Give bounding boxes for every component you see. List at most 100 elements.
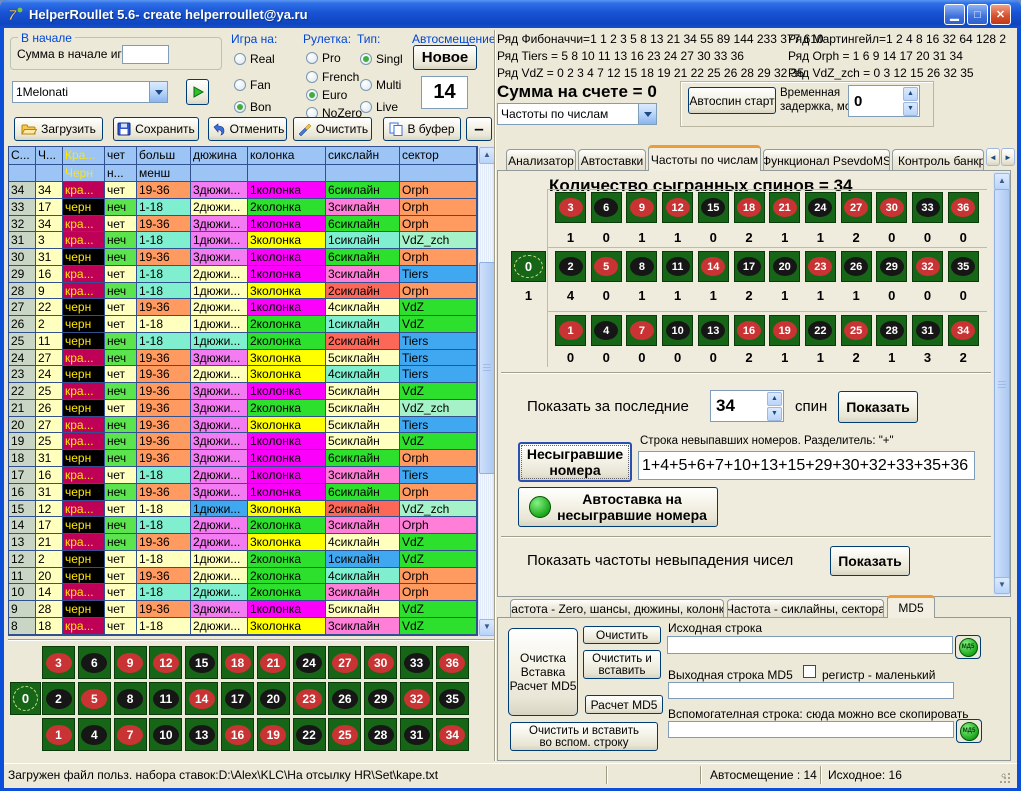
collapse-button[interactable]: – xyxy=(466,117,492,141)
board-cell-14[interactable]: 14 xyxy=(185,682,218,715)
board-cell-30[interactable]: 30 xyxy=(364,646,397,679)
col-header[interactable]: сектор xyxy=(400,147,477,165)
radio-french[interactable] xyxy=(306,71,318,83)
board-cell-33[interactable]: 33 xyxy=(400,646,433,679)
to-buffer-button[interactable]: В буфер xyxy=(383,117,461,141)
board-cell-6[interactable]: 6 xyxy=(591,192,622,223)
board-cell-8[interactable]: 8 xyxy=(626,251,657,282)
radio-multi[interactable] xyxy=(360,79,372,91)
board-cell-1[interactable]: 1 xyxy=(42,718,75,751)
tab-freq-zero[interactable]: Частота - Zero, шансы, дюжины, колонки xyxy=(510,599,724,618)
board-cell-36[interactable]: 36 xyxy=(948,192,979,223)
board-cell-4[interactable]: 4 xyxy=(78,718,111,751)
md5-source-input[interactable] xyxy=(667,636,953,654)
board-cell-10[interactable]: 10 xyxy=(662,315,693,346)
board-cell-12[interactable]: 12 xyxy=(662,192,693,223)
board-cell-25[interactable]: 25 xyxy=(841,315,872,346)
board-cell-0[interactable]: 0 xyxy=(10,682,41,715)
board-cell-7[interactable]: 7 xyxy=(626,315,657,346)
board-cell-13[interactable]: 13 xyxy=(185,718,218,751)
new-button[interactable]: Новое xyxy=(413,45,477,70)
board-cell-15[interactable]: 15 xyxy=(698,192,729,223)
radio-singl[interactable] xyxy=(360,53,372,65)
col-header[interactable]: чет xyxy=(105,147,137,165)
scroll-down-icon[interactable]: ▼ xyxy=(479,619,495,636)
board-cell-16[interactable]: 16 xyxy=(734,315,765,346)
board-cell-28[interactable]: 28 xyxy=(364,718,397,751)
board-cell-7[interactable]: 7 xyxy=(114,718,147,751)
md5-run-button[interactable]: МД5 xyxy=(955,635,981,659)
board-cell-9[interactable]: 9 xyxy=(114,646,147,679)
board-cell-31[interactable]: 31 xyxy=(400,718,433,751)
board-cell-6[interactable]: 6 xyxy=(78,646,111,679)
resize-grip[interactable] xyxy=(1000,772,1012,784)
board-cell-12[interactable]: 12 xyxy=(149,646,182,679)
minimize-button[interactable]: ▁ xyxy=(944,4,965,25)
md5-clear-insert-button[interactable]: Очистить и вставить xyxy=(583,650,661,679)
col-header[interactable] xyxy=(36,165,63,182)
col-header[interactable] xyxy=(400,165,477,182)
col-header[interactable]: Кра... xyxy=(63,147,105,165)
board-cell-9[interactable]: 9 xyxy=(626,192,657,223)
board-cell-29[interactable]: 29 xyxy=(876,251,907,282)
board-cell-14[interactable]: 14 xyxy=(698,251,729,282)
load-button[interactable]: Загрузить xyxy=(14,117,103,141)
md5-aux-run-button[interactable]: МД5 xyxy=(956,719,982,743)
board-cell-23[interactable]: 23 xyxy=(805,251,836,282)
board-cell-18[interactable]: 18 xyxy=(221,646,254,679)
spin-down-icon[interactable]: ▼ xyxy=(767,407,782,421)
md5-calc-button[interactable]: Расчет MD5 xyxy=(585,695,663,714)
board-cell-32[interactable]: 32 xyxy=(400,682,433,715)
undo-button[interactable]: Отменить xyxy=(208,117,287,141)
spin-down-icon[interactable]: ▼ xyxy=(903,102,918,116)
col-header[interactable]: С... xyxy=(9,147,36,165)
col-header[interactable]: больш xyxy=(137,147,191,165)
show-last-button[interactable]: Показать xyxy=(838,391,918,423)
tab-frequencies[interactable]: Частоты по числам xyxy=(648,145,761,171)
board-cell-27[interactable]: 27 xyxy=(841,192,872,223)
col-header[interactable]: колонка xyxy=(248,147,326,165)
board-cell-8[interactable]: 8 xyxy=(114,682,147,715)
board-cell-13[interactable]: 13 xyxy=(698,315,729,346)
case-checkbox[interactable] xyxy=(803,665,816,678)
col-header[interactable]: сикслайн xyxy=(326,147,400,165)
save-button[interactable]: Сохранить xyxy=(113,117,199,141)
board-cell-16[interactable]: 16 xyxy=(221,718,254,751)
table-scrollbar-thumb[interactable] xyxy=(479,262,495,474)
chevron-down-icon[interactable] xyxy=(149,82,167,102)
board-cell-11[interactable]: 11 xyxy=(149,682,182,715)
radio-euro[interactable] xyxy=(306,89,318,101)
spin-up-icon[interactable]: ▲ xyxy=(767,392,782,406)
col-header[interactable]: Ч... xyxy=(36,147,63,165)
board-cell-23[interactable]: 23 xyxy=(293,682,326,715)
play-button[interactable] xyxy=(186,79,209,105)
tab-scroll-right-icon[interactable]: ► xyxy=(1001,148,1015,166)
md5-stack-button[interactable]: Очистка Вставка Расчет MD5 xyxy=(508,628,578,716)
table-scrollbar[interactable]: ▲ ▼ xyxy=(478,146,494,637)
close-button[interactable]: ✕ xyxy=(990,4,1011,25)
board-cell-34[interactable]: 34 xyxy=(436,718,469,751)
preset-combobox[interactable]: 1Melonati xyxy=(12,81,168,103)
board-cell-4[interactable]: 4 xyxy=(591,315,622,346)
col-header[interactable]: дюжина xyxy=(191,147,248,165)
board-cell-0[interactable]: 0 xyxy=(511,251,546,282)
board-cell-21[interactable]: 21 xyxy=(769,192,800,223)
delay-spinner[interactable]: 0 ▲▼ xyxy=(848,85,920,117)
scroll-up-icon[interactable]: ▲ xyxy=(479,147,495,164)
autoshift-value-input[interactable]: 14 xyxy=(421,76,468,109)
col-header[interactable] xyxy=(9,165,36,182)
col-header[interactable]: н... xyxy=(105,165,137,182)
md5-clear-button[interactable]: Очистить xyxy=(583,626,661,644)
board-cell-26[interactable]: 26 xyxy=(841,251,872,282)
radio-live[interactable] xyxy=(360,101,372,113)
missed-numbers-button[interactable]: Несыгравшие номера xyxy=(518,442,632,482)
board-cell-29[interactable]: 29 xyxy=(364,682,397,715)
radio-real[interactable] xyxy=(234,53,246,65)
board-cell-27[interactable]: 27 xyxy=(328,646,361,679)
maximize-button[interactable]: □ xyxy=(967,4,988,25)
radio-fan[interactable] xyxy=(234,79,246,91)
board-cell-5[interactable]: 5 xyxy=(78,682,111,715)
scroll-down-icon[interactable]: ▼ xyxy=(994,577,1010,594)
tab-autobets[interactable]: Автоставки xyxy=(578,149,646,171)
board-cell-22[interactable]: 22 xyxy=(293,718,326,751)
